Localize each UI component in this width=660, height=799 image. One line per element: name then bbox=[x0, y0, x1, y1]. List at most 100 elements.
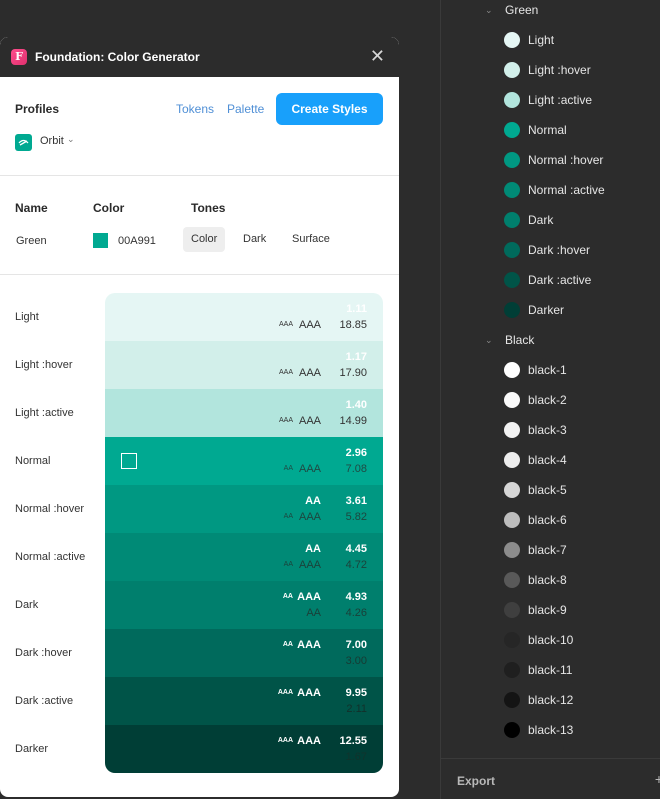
color-style-item[interactable]: black-12 bbox=[441, 685, 660, 715]
color-style-item[interactable]: Light :active bbox=[441, 85, 660, 115]
color-style-item[interactable]: Light :hover bbox=[441, 55, 660, 85]
color-swatch-icon bbox=[504, 302, 520, 318]
tab-dark[interactable]: Dark bbox=[235, 227, 274, 252]
color-style-item[interactable]: black-1 bbox=[441, 355, 660, 385]
color-style-label: Dark :hover bbox=[528, 243, 591, 257]
color-style-item[interactable]: black-2 bbox=[441, 385, 660, 415]
orbit-profile-icon bbox=[15, 134, 32, 151]
style-group-header[interactable]: ⌄ Green bbox=[441, 0, 660, 25]
color-style-label: Normal :active bbox=[528, 183, 605, 197]
tone-cell[interactable]: 1.40 AAA AAA 14.99 bbox=[105, 389, 383, 437]
chevron-down-icon[interactable]: ⌄ bbox=[67, 134, 75, 145]
foundation-logo-icon: F bbox=[11, 49, 27, 65]
color-style-label: Light :active bbox=[528, 93, 593, 107]
profile-select[interactable]: Orbit bbox=[40, 135, 64, 147]
color-style-item[interactable]: Dark bbox=[441, 205, 660, 235]
color-style-item[interactable]: Light bbox=[441, 25, 660, 55]
contrast-ratio-white: 1.11 bbox=[346, 303, 367, 315]
style-group-header[interactable]: ⌄ Black bbox=[441, 325, 660, 355]
contrast-ratio-white: 4.45 bbox=[345, 543, 367, 555]
close-icon[interactable]: ✕ bbox=[370, 46, 385, 66]
contrast-ratio-white: 7.00 bbox=[345, 639, 367, 651]
color-style-label: black-5 bbox=[528, 483, 567, 497]
color-swatch-icon bbox=[504, 722, 520, 738]
color-style-label: Light :hover bbox=[528, 63, 591, 77]
tokens-link[interactable]: Tokens bbox=[176, 102, 214, 116]
color-swatch-icon bbox=[504, 452, 520, 468]
color-style-label: black-9 bbox=[528, 603, 567, 617]
color-style-item[interactable]: black-6 bbox=[441, 505, 660, 535]
contrast-badge-small: AA bbox=[283, 465, 293, 472]
contrast-ratio-white: 3.61 bbox=[345, 495, 367, 507]
create-styles-button[interactable]: Create Styles bbox=[276, 93, 383, 125]
color-swatch-icon bbox=[504, 572, 520, 588]
tab-color[interactable]: Color bbox=[183, 227, 226, 252]
color-swatch-icon bbox=[504, 92, 520, 108]
color-style-item[interactable]: Normal :hover bbox=[441, 145, 660, 175]
color-style-item[interactable]: Normal bbox=[441, 115, 660, 145]
color-swatch-icon bbox=[504, 632, 520, 648]
color-style-label: black-3 bbox=[528, 423, 567, 437]
contrast-ratio-dark: 14.99 bbox=[339, 415, 367, 427]
tab-surface[interactable]: Surface bbox=[284, 227, 338, 252]
tone-cell[interactable]: AAA AAA 9.95 2.11 bbox=[105, 677, 383, 725]
tone-cell[interactable]: AA 4.45 AA AAA 4.72 bbox=[105, 533, 383, 581]
contrast-ratio-dark: 18.85 bbox=[339, 319, 367, 331]
color-style-label: black-10 bbox=[528, 633, 574, 647]
color-swatch[interactable] bbox=[93, 233, 108, 248]
tone-cell[interactable]: AA AAA 4.93 AA 4.26 bbox=[105, 581, 383, 629]
color-style-item[interactable]: Dark :hover bbox=[441, 235, 660, 265]
divider bbox=[0, 274, 399, 275]
color-style-item[interactable]: Normal :active bbox=[441, 175, 660, 205]
color-style-item[interactable]: black-13 bbox=[441, 715, 660, 745]
tone-cell[interactable]: AA 3.61 AA AAA 5.82 bbox=[105, 485, 383, 533]
color-style-item[interactable]: Darker bbox=[441, 295, 660, 325]
add-export-icon[interactable]: + bbox=[655, 771, 660, 787]
color-hex[interactable]: 00A991 bbox=[118, 235, 156, 247]
divider bbox=[0, 175, 399, 176]
color-style-label: black-11 bbox=[528, 663, 573, 677]
color-style-item[interactable]: black-10 bbox=[441, 625, 660, 655]
contrast-ratio-white: 1.17 bbox=[345, 351, 367, 363]
color-swatch-icon bbox=[504, 512, 520, 528]
contrast-badge-small: AAA bbox=[277, 737, 293, 744]
export-label: Export bbox=[457, 774, 496, 788]
tone-select-checkbox[interactable] bbox=[121, 453, 137, 469]
color-style-item[interactable]: black-9 bbox=[441, 595, 660, 625]
tone-label: Normal :active bbox=[15, 551, 86, 563]
color-style-item[interactable]: black-11 bbox=[441, 655, 660, 685]
tone-cell[interactable]: AAA AAA 12.55 1.67 bbox=[105, 725, 383, 773]
color-style-item[interactable]: black-8 bbox=[441, 565, 660, 595]
export-section[interactable]: Export + bbox=[441, 758, 660, 799]
color-header: Color bbox=[93, 201, 125, 215]
plugin-titlebar: F Foundation: Color Generator ✕ bbox=[0, 37, 399, 77]
color-name[interactable]: Green bbox=[16, 235, 47, 247]
tone-cell[interactable]: 1.11 AAA AAA 18.85 bbox=[105, 293, 383, 341]
color-style-label: Normal bbox=[528, 123, 567, 137]
color-swatch-icon bbox=[504, 152, 520, 168]
color-style-item[interactable]: black-4 bbox=[441, 445, 660, 475]
contrast-ratio-dark: 2.11 bbox=[346, 703, 367, 715]
color-style-label: black-1 bbox=[528, 363, 567, 377]
tone-strip: 1.11 AAA AAA 18.85 1.17 AAA AAA 17.90 1.40 AAA AAA… bbox=[105, 293, 383, 773]
tone-cell[interactable]: 2.96 AA AAA 7.08 bbox=[105, 437, 383, 485]
color-swatch-icon bbox=[504, 32, 520, 48]
chevron-down-icon[interactable]: ⌄ bbox=[485, 335, 493, 346]
tone-cell[interactable]: AA AAA 7.00 3.00 bbox=[105, 629, 383, 677]
color-style-item[interactable]: black-5 bbox=[441, 475, 660, 505]
contrast-badge-large: AAA bbox=[298, 367, 321, 379]
color-style-item[interactable]: black-7 bbox=[441, 535, 660, 565]
contrast-badge-large: AAA bbox=[298, 415, 321, 427]
palette-link[interactable]: Palette bbox=[227, 102, 264, 116]
contrast-ratio-white: 12.55 bbox=[339, 735, 367, 747]
chevron-down-icon[interactable]: ⌄ bbox=[485, 5, 493, 16]
color-swatch-icon bbox=[504, 662, 520, 678]
color-style-item[interactable]: Dark :active bbox=[441, 265, 660, 295]
style-group-name: Black bbox=[505, 333, 535, 347]
color-swatch-icon bbox=[504, 422, 520, 438]
tone-cell[interactable]: 1.17 AAA AAA 17.90 bbox=[105, 341, 383, 389]
color-style-label: Normal :hover bbox=[528, 153, 604, 167]
color-style-item[interactable]: black-3 bbox=[441, 415, 660, 445]
contrast-badge-small: AAA bbox=[277, 689, 293, 696]
color-swatch-icon bbox=[504, 212, 520, 228]
